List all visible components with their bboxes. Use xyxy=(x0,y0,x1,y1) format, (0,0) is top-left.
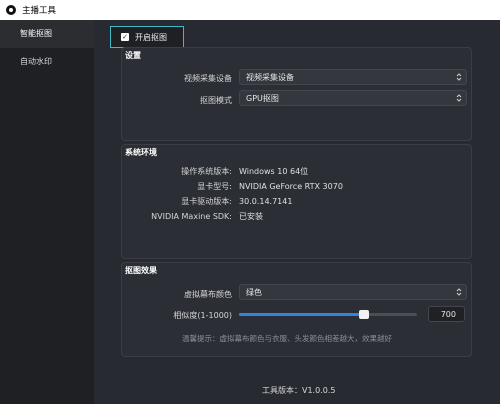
similarity-spinbox[interactable]: 700 xyxy=(428,306,465,322)
tool-version: 工具版本：V1.0.0.5 xyxy=(262,386,336,395)
enable-matting-toggle[interactable]: ✓ 开启抠图 xyxy=(110,26,184,48)
matting-mode-value: GPU抠图 xyxy=(246,93,279,103)
settings-title: 设置 xyxy=(125,51,141,60)
checkbox-icon[interactable]: ✓ xyxy=(121,33,129,41)
title-bar: 主播工具 xyxy=(0,0,500,20)
settings-panel: 设置 视频采集设备 视频采集设备 抠图模式 GPU抠图 xyxy=(121,47,472,141)
capture-device-select[interactable]: 视频采集设备 xyxy=(239,69,467,85)
gpu-model-value: NVIDIA GeForce RTX 3070 xyxy=(239,181,343,191)
bg-color-label: 虚拟幕布颜色 xyxy=(184,290,232,299)
driver-version-row: 显卡驱动版本: 30.0.14.7141 xyxy=(122,195,473,207)
sidebar-item-label: 智能抠图 xyxy=(20,29,52,38)
effect-panel: 抠图效果 虚拟幕布颜色 绿色 相似度(1-1000) 700 温馨提示：虚拟幕布… xyxy=(121,262,472,357)
maxine-sdk-value: 已安装 xyxy=(239,211,263,221)
similarity-slider[interactable] xyxy=(239,310,417,319)
gpu-model-label: 显卡型号: xyxy=(197,181,232,191)
hint-text: 温馨提示：虚拟幕布颜色与衣服、头发颜色相差越大，效果越好 xyxy=(182,334,392,343)
similarity-label: 相似度(1-1000) xyxy=(173,311,232,320)
os-version-label: 操作系统版本: xyxy=(181,166,232,176)
bg-color-select[interactable]: 绿色 xyxy=(239,284,467,300)
os-version-row: 操作系统版本: Windows 10 64位 xyxy=(122,165,473,177)
sidebar-item-label: 自动水印 xyxy=(20,57,52,66)
effect-title: 抠图效果 xyxy=(125,266,157,275)
window-title: 主播工具 xyxy=(22,6,57,16)
system-title: 系统环境 xyxy=(125,148,157,157)
similarity-slider-fill xyxy=(239,313,364,316)
similarity-value: 700 xyxy=(440,309,456,319)
matting-mode-select[interactable]: GPU抠图 xyxy=(239,90,467,106)
capture-device-label: 视频采集设备 xyxy=(184,74,232,83)
main-panel: ✓ 开启抠图 设置 视频采集设备 视频采集设备 抠图模式 GPU抠图 系统环境 … xyxy=(94,20,500,404)
maxine-sdk-row: NVIDIA Maxine SDK: 已安装 xyxy=(122,210,473,222)
driver-version-value: 30.0.14.7141 xyxy=(239,196,293,206)
driver-version-label: 显卡驱动版本: xyxy=(181,196,232,206)
os-version-value: Windows 10 64位 xyxy=(239,166,309,176)
sidebar-item-smart-matting[interactable]: 智能抠图 xyxy=(0,20,94,48)
similarity-slider-handle[interactable] xyxy=(358,310,369,319)
maxine-sdk-label: NVIDIA Maxine SDK: xyxy=(151,211,232,221)
capture-device-value: 视频采集设备 xyxy=(246,72,294,82)
gpu-model-row: 显卡型号: NVIDIA GeForce RTX 3070 xyxy=(122,180,473,192)
enable-matting-label: 开启抠图 xyxy=(135,32,167,42)
bg-color-value: 绿色 xyxy=(246,287,262,297)
app-icon xyxy=(6,5,16,15)
chevron-updown-icon xyxy=(456,94,462,102)
system-panel: 系统环境 操作系统版本: Windows 10 64位 显卡型号: NVIDIA… xyxy=(121,144,472,259)
matting-mode-label: 抠图模式 xyxy=(200,96,232,105)
sidebar: 智能抠图 自动水印 xyxy=(0,20,94,404)
sidebar-item-auto-watermark[interactable]: 自动水印 xyxy=(0,48,94,76)
chevron-updown-icon xyxy=(456,73,462,81)
chevron-updown-icon xyxy=(456,288,462,296)
